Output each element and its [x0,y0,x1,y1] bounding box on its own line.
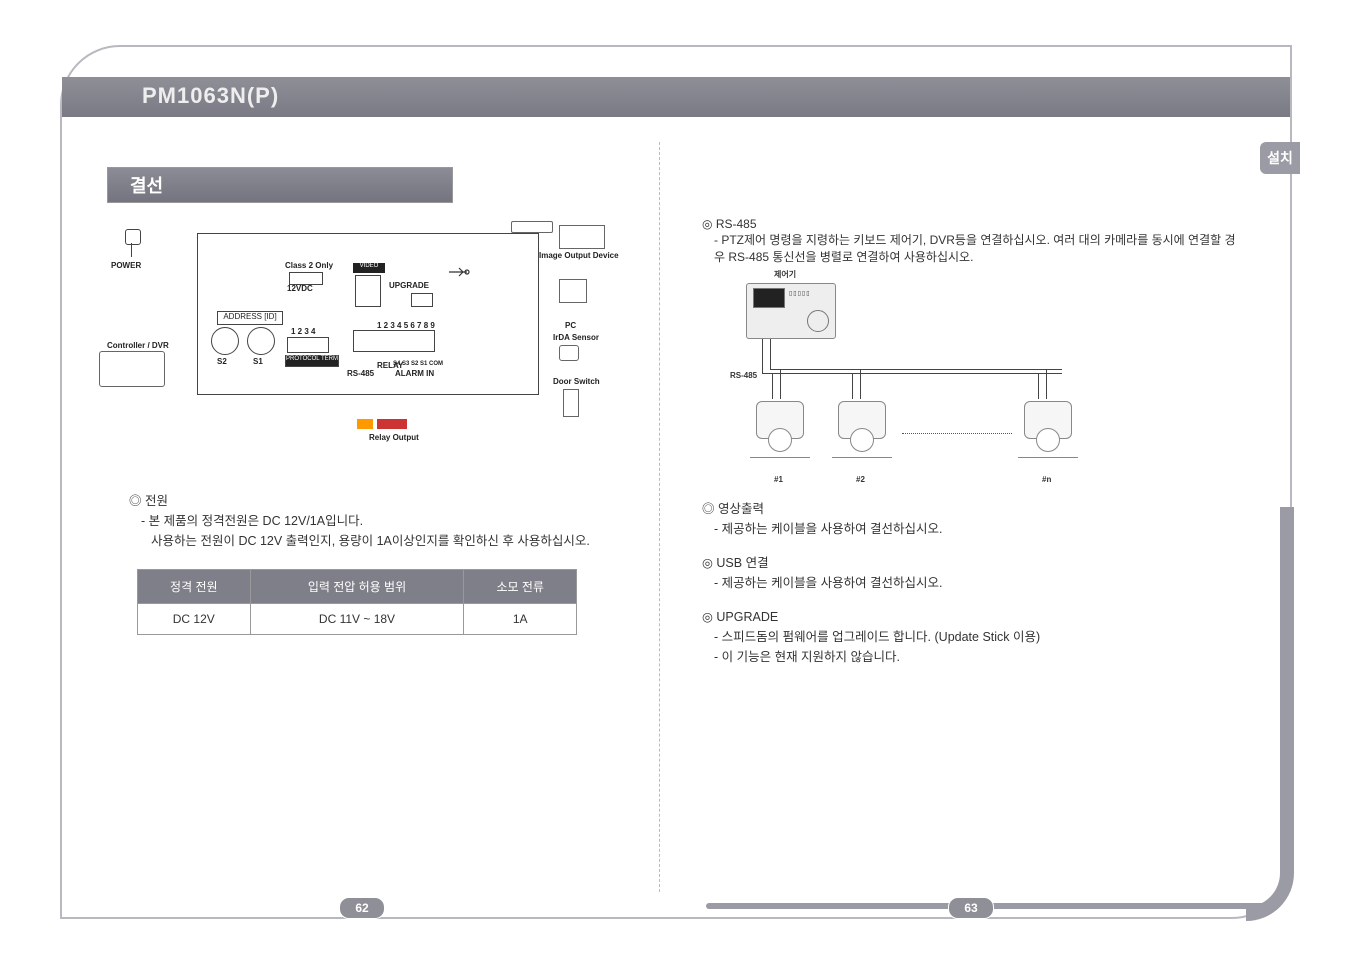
video-out-line1: - 제공하는 케이블을 사용하여 결선하십시오. [702,519,1242,539]
th-current: 소모 전류 [464,570,577,604]
label-camn: #n [1042,475,1051,484]
label-protocol-term: PROTOCOL TERM [285,355,339,367]
power-section: 전원 - 본 제품의 정격전원은 DC 12V/1A입니다. 사용하는 전원이 … [107,491,647,551]
video-out-title: 영상출력 [702,499,1242,519]
td-current: 1A [464,604,577,635]
header-bar: PM1063N(P) [62,77,1290,117]
label-irda: IrDA Sensor [553,333,599,342]
rs485-diagram: ▯▯▯▯▯ 제어기 RS-485 #1 #2 #n [732,275,1072,485]
connection-diagram: POWER Controller / DVR Class 2 Only 12VD… [107,221,623,467]
label-controller: 제어기 [774,269,796,280]
label-door-switch: Door Switch [553,377,600,386]
label-s1: S1 [253,357,263,366]
upgrade-section: UPGRADE - 스피드돔의 펌웨어를 업그레이드 합니다. (Update … [702,607,1242,667]
label-alarm-pins: S4 S3 S2 S1 COM [393,361,443,367]
label-pc: PC [565,321,576,330]
td-rated-power: DC 12V [138,604,251,635]
power-title: 전원 [129,491,647,511]
corner-accent [1246,507,1294,921]
label-relay-output: Relay Output [369,433,419,442]
label-alarm-in: ALARM IN [395,369,434,378]
side-tab-install: 설치 [1260,142,1300,174]
power-line1: - 본 제품의 정격전원은 DC 12V/1A입니다. [129,511,647,531]
usb-icon [447,265,471,279]
label-s2: S2 [217,357,227,366]
page-number-left: 62 [339,897,385,919]
label-class2: Class 2 Only [285,261,333,270]
label-dip-1-4: 1 2 3 4 [291,327,315,336]
label-nums-1-9: 1 2 3 4 5 6 7 8 9 [377,321,435,330]
label-rs485: RS-485 [347,369,374,378]
power-line2: 사용하는 전원이 DC 12V 출력인지, 용량이 1A이상인지를 확인하신 후… [129,531,647,551]
usb-title: USB 연결 [702,553,1242,573]
column-divider [659,142,660,892]
label-cam2: #2 [856,475,865,484]
label-power: POWER [111,261,141,270]
page-number-right: 63 [948,897,994,919]
label-upgrade: UPGRADE [389,281,429,290]
left-column: 결선 POWER Controller / DVR Class 2 Only 1… [107,167,647,635]
section-heading-wiring: 결선 [107,167,453,203]
upgrade-title: UPGRADE [702,607,1242,627]
rs485-section: RS-485 - PTZ제어 명령을 지령하는 키보드 제어기, DVR등을 연… [702,217,1242,265]
label-12vdc: 12VDC [287,284,313,293]
th-rated-power: 정격 전원 [138,570,251,604]
power-table: 정격 전원 입력 전압 허용 범위 소모 전류 DC 12V DC 11V ~ … [137,569,577,635]
label-video: VIDEO [353,263,385,273]
right-column: RS-485 - PTZ제어 명령을 지령하는 키보드 제어기, DVR등을 연… [702,217,1242,667]
th-input-range: 입력 전압 허용 범위 [250,570,464,604]
label-cam1: #1 [774,475,783,484]
label-address: ADDRESS [ID] [217,311,283,325]
rs485-title: RS-485 [702,217,1242,231]
label-controller-dvr: Controller / DVR [107,341,169,350]
model-title: PM1063N(P) [142,83,279,109]
upgrade-line2: - 이 기능은 현재 지원하지 않습니다. [702,647,1242,667]
label-rs485-bus: RS-485 [730,371,757,380]
page-frame: PM1063N(P) 설치 결선 POWER Controller / DVR … [60,45,1292,919]
label-image-output-device: Image Output Device [539,251,619,260]
rs485-desc: - PTZ제어 명령을 지령하는 키보드 제어기, DVR등을 연결하십시오. … [702,231,1242,265]
usb-section: USB 연결 - 제공하는 케이블을 사용하여 결선하십시오. [702,553,1242,593]
td-input-range: DC 11V ~ 18V [250,604,464,635]
usb-line1: - 제공하는 케이블을 사용하여 결선하십시오. [702,573,1242,593]
video-out-section: 영상출력 - 제공하는 케이블을 사용하여 결선하십시오. [702,499,1242,539]
upgrade-line1: - 스피드돔의 펌웨어를 업그레이드 합니다. (Update Stick 이용… [702,627,1242,647]
